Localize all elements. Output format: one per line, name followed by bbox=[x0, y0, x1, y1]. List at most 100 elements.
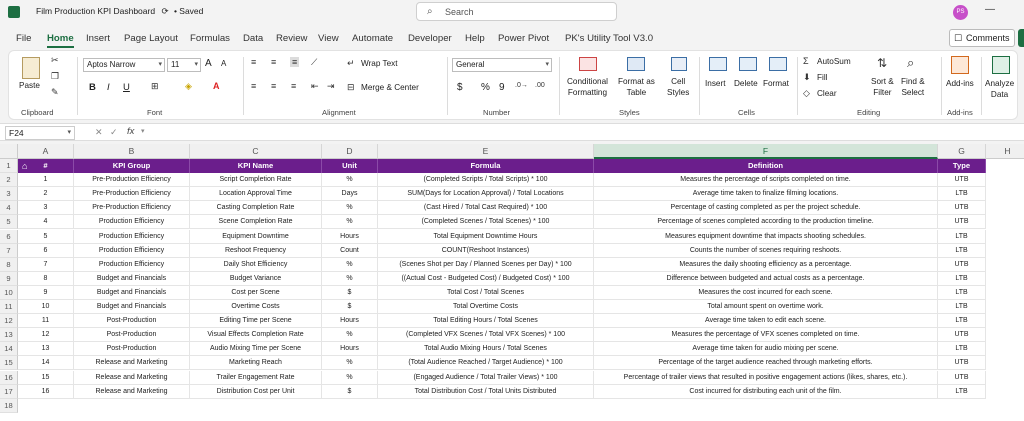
table-cell[interactable]: % bbox=[322, 215, 378, 230]
align-right-icon[interactable]: ≡ bbox=[291, 81, 296, 91]
home-icon[interactable]: ⌂ bbox=[22, 159, 27, 173]
table-cell[interactable]: (Completed Scripts / Total Scripts) * 10… bbox=[378, 173, 594, 188]
increase-decimal-icon[interactable]: .0→ bbox=[515, 82, 528, 89]
format-button[interactable]: Format bbox=[763, 79, 789, 88]
table-cell[interactable]: $ bbox=[322, 285, 378, 300]
table-cell[interactable]: 7 bbox=[18, 257, 74, 272]
row-header[interactable]: 15 bbox=[0, 356, 18, 371]
table-cell[interactable]: Daily Shot Efficiency bbox=[190, 257, 322, 272]
table-cell[interactable]: SUM(Days for Location Approval) / Total … bbox=[378, 187, 594, 202]
currency-button[interactable]: $ bbox=[457, 82, 463, 93]
table-cell[interactable]: LTB bbox=[938, 384, 986, 399]
table-cell[interactable]: Total Audio Mixing Hours / Total Scenes bbox=[378, 342, 594, 357]
tab-developer[interactable]: Developer bbox=[408, 33, 452, 44]
table-cell[interactable]: LTB bbox=[938, 314, 986, 329]
cell-styles-button[interactable]: Cell Styles bbox=[667, 76, 689, 98]
column-header-b[interactable]: B bbox=[74, 144, 190, 159]
enter-icon[interactable]: ✓ bbox=[110, 127, 118, 138]
table-cell[interactable]: 3 bbox=[18, 201, 74, 216]
table-cell[interactable]: % bbox=[322, 257, 378, 272]
row-header[interactable]: 10 bbox=[0, 285, 18, 300]
table-cell[interactable]: Budget and Financials bbox=[74, 285, 190, 300]
row-header[interactable]: 5 bbox=[0, 215, 18, 230]
row-header[interactable]: 3 bbox=[0, 187, 18, 202]
row-header[interactable]: 16 bbox=[0, 370, 18, 385]
table-cell[interactable]: Post-Production bbox=[74, 314, 190, 329]
tab-view[interactable]: View bbox=[318, 33, 339, 44]
share-button[interactable] bbox=[1018, 29, 1024, 47]
table-cell[interactable]: 4 bbox=[18, 215, 74, 230]
table-cell[interactable]: Total Overtime Costs bbox=[378, 300, 594, 315]
table-cell[interactable]: Measures the percentage of scripts compl… bbox=[594, 173, 938, 188]
row-header[interactable]: 8 bbox=[0, 257, 18, 272]
table-cell[interactable]: Release and Marketing bbox=[74, 370, 190, 385]
row-header[interactable]: 17 bbox=[0, 384, 18, 399]
header-cell[interactable]: KPI Group bbox=[74, 159, 190, 174]
table-cell[interactable]: (Engaged Audience / Total Trailer Views)… bbox=[378, 370, 594, 385]
font-size-select[interactable]: 11 ▾ bbox=[167, 58, 201, 72]
table-cell[interactable]: % bbox=[322, 370, 378, 385]
table-cell[interactable]: Audio Mixing Time per Scene bbox=[190, 342, 322, 357]
tab-data[interactable]: Data bbox=[243, 33, 263, 44]
table-cell[interactable]: UTB bbox=[938, 201, 986, 216]
avatar[interactable]: PS bbox=[953, 5, 968, 20]
analyze-data-button[interactable]: Analyze Data bbox=[985, 78, 1014, 100]
row-header[interactable]: 6 bbox=[0, 229, 18, 244]
column-header-h[interactable]: H bbox=[986, 144, 1024, 159]
table-cell[interactable]: Budget and Financials bbox=[74, 271, 190, 286]
table-cell[interactable]: Production Efficiency bbox=[74, 215, 190, 230]
table-cell[interactable]: Measures the cost incurred for each scen… bbox=[594, 285, 938, 300]
table-cell[interactable]: 11 bbox=[18, 314, 74, 329]
autosum-button[interactable]: AutoSum bbox=[817, 57, 851, 66]
table-cell[interactable]: 13 bbox=[18, 342, 74, 357]
underline-button[interactable]: U bbox=[123, 82, 130, 93]
table-cell[interactable]: LTB bbox=[938, 229, 986, 244]
borders-icon[interactable]: ⊞ bbox=[151, 81, 159, 92]
table-cell[interactable]: Budget and Financials bbox=[74, 300, 190, 315]
table-cell[interactable]: LTB bbox=[938, 187, 986, 202]
number-format-select[interactable]: General ▾ bbox=[452, 58, 552, 72]
table-cell[interactable]: Average time taken to finalize filming l… bbox=[594, 187, 938, 202]
grow-font-button[interactable]: A bbox=[205, 58, 212, 69]
table-cell[interactable]: % bbox=[322, 271, 378, 286]
table-cell[interactable]: Hours bbox=[322, 229, 378, 244]
table-cell[interactable]: Editing Time per Scene bbox=[190, 314, 322, 329]
table-cell[interactable]: COUNT(Reshoot Instances) bbox=[378, 243, 594, 258]
row-header[interactable]: 14 bbox=[0, 342, 18, 357]
tab-review[interactable]: Review bbox=[276, 33, 307, 44]
row-header[interactable]: 9 bbox=[0, 271, 18, 286]
align-bottom-icon[interactable]: ≡ bbox=[290, 57, 300, 67]
italic-button[interactable]: I bbox=[107, 82, 110, 93]
table-cell[interactable]: Equipment Downtime bbox=[190, 229, 322, 244]
select-all-corner[interactable] bbox=[0, 144, 18, 159]
formula-input[interactable] bbox=[160, 126, 1015, 140]
table-cell[interactable]: LTB bbox=[938, 300, 986, 315]
table-cell[interactable]: Budget Variance bbox=[190, 271, 322, 286]
table-cell[interactable]: % bbox=[322, 173, 378, 188]
table-cell[interactable]: Days bbox=[322, 187, 378, 202]
table-cell[interactable]: Average time taken for audio mixing per … bbox=[594, 342, 938, 357]
table-cell[interactable]: 14 bbox=[18, 356, 74, 371]
clear-button[interactable]: Clear bbox=[817, 89, 837, 98]
indent-icon[interactable]: ⇤ bbox=[311, 81, 319, 92]
header-cell[interactable]: KPI Name bbox=[190, 159, 322, 174]
table-cell[interactable]: Production Efficiency bbox=[74, 243, 190, 258]
table-cell[interactable]: Cost per Scene bbox=[190, 285, 322, 300]
name-box[interactable]: F24 ▾ bbox=[5, 126, 75, 140]
copy-icon[interactable]: ❐ bbox=[51, 71, 59, 82]
outdent-icon[interactable]: ⇥ bbox=[327, 81, 335, 92]
table-cell[interactable]: Scene Completion Rate bbox=[190, 215, 322, 230]
row-header[interactable]: 13 bbox=[0, 328, 18, 343]
table-cell[interactable]: 10 bbox=[18, 300, 74, 315]
table-cell[interactable]: Cost incurred for distributing each unit… bbox=[594, 384, 938, 399]
sort-filter-button[interactable]: Sort & Filter bbox=[871, 76, 894, 98]
table-cell[interactable]: Trailer Engagement Rate bbox=[190, 370, 322, 385]
table-cell[interactable]: Script Completion Rate bbox=[190, 173, 322, 188]
align-top-icon[interactable]: ≡ bbox=[251, 57, 256, 67]
table-cell[interactable]: Measures the daily shooting efficiency a… bbox=[594, 257, 938, 272]
document-title[interactable]: Film Production KPI Dashboard ⟳ • Saved bbox=[36, 6, 203, 17]
add-ins-button[interactable]: Add-ins bbox=[946, 79, 974, 88]
paste-button[interactable]: Paste bbox=[19, 81, 40, 90]
table-cell[interactable]: Measures equipment downtime that impacts… bbox=[594, 229, 938, 244]
tab-automate[interactable]: Automate bbox=[352, 33, 393, 44]
